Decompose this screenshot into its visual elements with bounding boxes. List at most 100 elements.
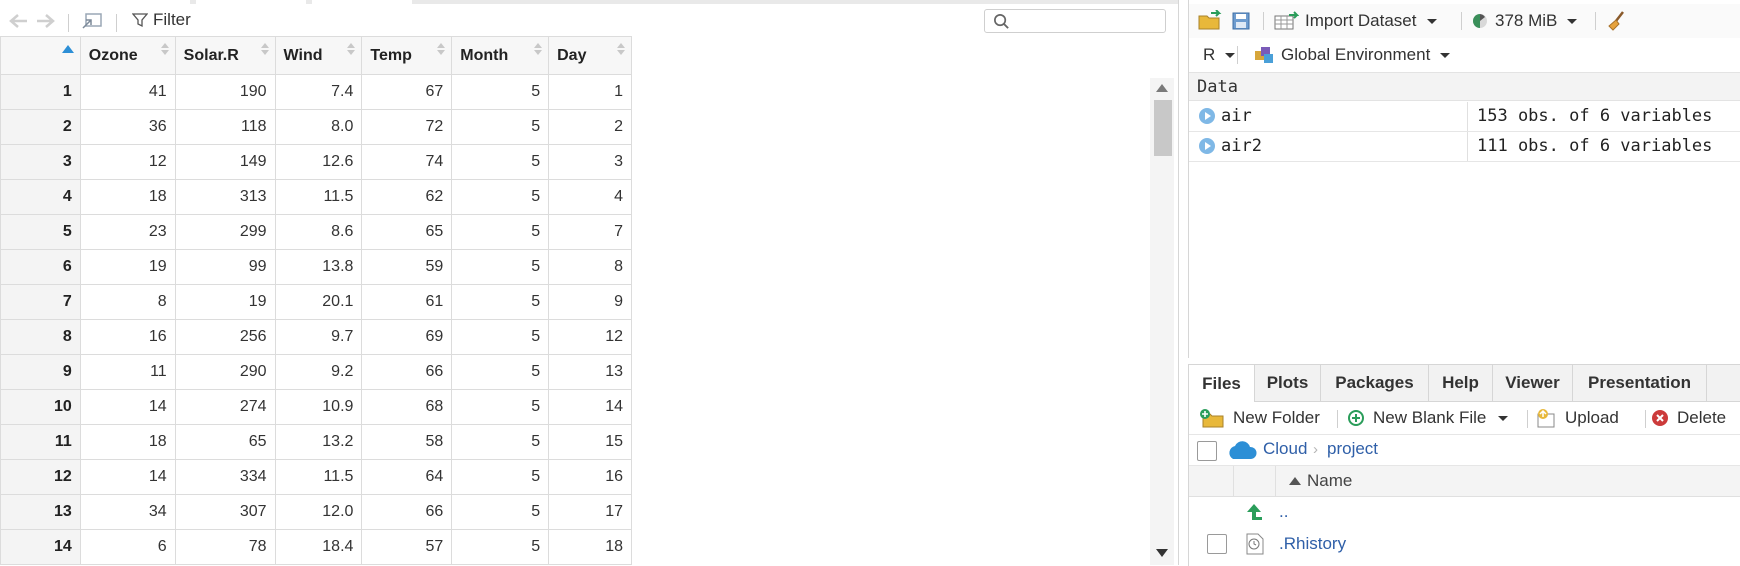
popout-window-icon[interactable] [80,10,104,32]
column-header[interactable]: Ozone [79,36,176,75]
toolbar-separator [1527,410,1528,428]
environment-scope-selector[interactable]: Global Environment [1253,42,1451,68]
back-arrow-icon[interactable] [8,10,30,32]
table-cell: 23 [79,214,176,250]
column-header[interactable]: Wind [274,36,363,75]
new-blank-file-button[interactable]: New Blank File [1347,405,1509,431]
row-index-header[interactable] [0,36,81,75]
table-cell: 11.5 [274,459,363,495]
search-input[interactable] [1017,12,1161,32]
row-number: 4 [0,179,81,215]
table-cell: 5 [451,249,550,285]
table-cell: 62 [361,179,453,215]
language-selector[interactable]: R [1203,42,1236,68]
table-cell: 15 [548,424,632,460]
environment-object-row[interactable]: air2 111 obs. of 6 variables [1189,132,1740,162]
table-cell: 18 [79,424,176,460]
forward-arrow-icon[interactable] [34,10,56,32]
sort-arrows-icon [260,43,269,55]
tab-presentation[interactable]: Presentation [1573,365,1707,401]
table-cell: 67 [361,74,453,110]
load-workspace-button[interactable] [1197,8,1225,34]
expand-object-icon[interactable] [1199,108,1215,124]
column-header[interactable]: Solar.R [174,36,276,75]
table-cell: 18 [548,529,632,565]
chevron-down-icon [1426,18,1437,24]
table-cell: 334 [174,459,276,495]
table-row: 5 23 299 8.6 65 5 7 [0,214,632,250]
breadcrumb-cloud[interactable]: Cloud [1263,439,1307,459]
toolbar-separator [1337,410,1338,428]
tab-viewer[interactable]: Viewer [1493,365,1573,401]
expand-object-icon[interactable] [1199,138,1215,154]
clear-workspace-button[interactable] [1605,8,1629,34]
environment-cubes-icon [1255,47,1273,63]
file-row-parent[interactable]: .. [1189,496,1740,528]
search-box[interactable] [984,9,1166,33]
table-cell: 5 [451,529,550,565]
sort-ascending-icon [1289,477,1301,485]
table-cell: 5 [451,284,550,320]
table-row: 10 14 274 10.9 68 5 14 [0,389,632,425]
table-cell: 74 [361,144,453,180]
breadcrumb-project[interactable]: project [1327,439,1378,459]
table-cell: 5 [451,424,550,460]
data-viewer-pane: Filter Ozone Solar.R Wind Temp Month Day [0,0,1179,565]
object-value: 111 obs. of 6 variables [1477,136,1713,156]
table-cell: 5 [451,109,550,145]
row-number: 5 [0,214,81,250]
import-dataset-button[interactable]: Import Dataset [1273,8,1437,34]
scrollbar-thumb[interactable] [1154,100,1172,156]
column-header[interactable]: Day [548,36,632,75]
scroll-up-icon[interactable] [1156,84,1168,92]
file-checkbox[interactable] [1207,534,1227,554]
filter-label: Filter [153,10,191,29]
select-all-checkbox[interactable] [1197,441,1217,461]
open-folder-icon [1198,10,1222,30]
table-cell: 12.0 [274,494,363,530]
table-cell: 18.4 [274,529,363,565]
table-cell: 41 [79,74,176,110]
environment-toolbar: Import Dataset 378 MiB [1189,4,1740,39]
tab-files[interactable]: Files [1189,365,1255,402]
table-cell: 5 [451,214,550,250]
toolbar-separator [116,14,117,32]
file-name[interactable]: .Rhistory [1279,534,1346,554]
column-header[interactable]: Temp [361,36,453,75]
environment-object-row[interactable]: air 153 obs. of 6 variables [1189,102,1740,132]
toolbar-separator [1595,12,1596,30]
tab-help[interactable]: Help [1429,365,1493,401]
table-cell: 18 [79,179,176,215]
table-cell: 256 [174,319,276,355]
table-cell: 8.0 [274,109,363,145]
memory-usage-button[interactable]: 378 MiB [1471,8,1578,34]
file-row[interactable]: .Rhistory [1189,528,1740,560]
table-cell: 5 [451,179,550,215]
save-workspace-button[interactable] [1231,8,1251,34]
delete-button[interactable]: Delete [1651,405,1726,431]
environment-scope-label: Global Environment [1281,45,1431,64]
chevron-down-icon [1498,415,1509,421]
search-icon [994,14,1009,29]
vertical-scrollbar[interactable] [1150,78,1174,565]
table-cell: 5 [451,389,550,425]
scroll-down-icon[interactable] [1156,549,1168,557]
table-cell: 19 [174,284,276,320]
table-cell: 313 [174,179,276,215]
table-cell: 20.1 [274,284,363,320]
name-column-header[interactable]: Name [1289,471,1352,491]
sort-ascending-icon [61,45,74,53]
tab-packages[interactable]: Packages [1321,365,1429,401]
new-folder-button[interactable]: New Folder [1199,405,1320,431]
filter-button[interactable]: Filter [132,8,191,32]
new-blank-file-label: New Blank File [1373,408,1487,427]
file-name[interactable]: .. [1279,502,1288,522]
column-header[interactable]: Month [451,36,550,75]
table-row: 3 12 149 12.6 74 5 3 [0,144,632,180]
tab-plots[interactable]: Plots [1255,365,1321,401]
upload-button[interactable]: Upload [1535,405,1619,431]
table-cell: 299 [174,214,276,250]
toolbar-separator [1263,12,1264,30]
table-cell: 2 [548,109,632,145]
environment-pane: Import Dataset 378 MiB R Global Environm… [1188,0,1740,358]
